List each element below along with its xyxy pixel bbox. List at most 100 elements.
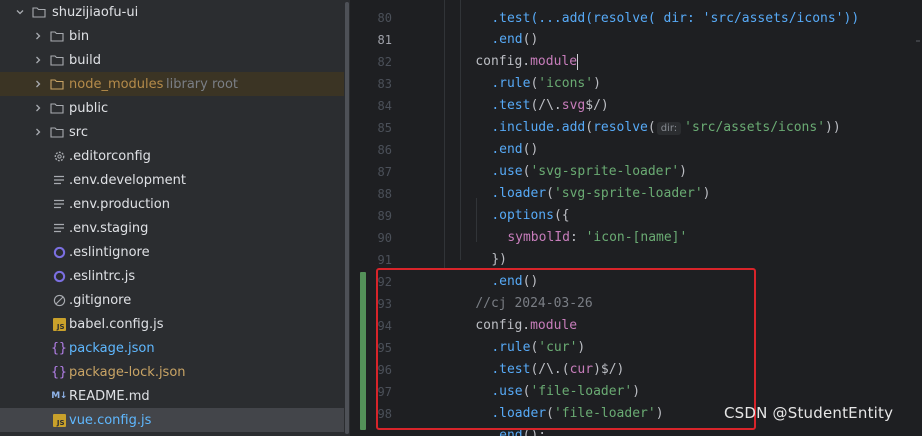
chevron-right-icon[interactable]: [32, 29, 44, 43]
tree-item-build[interactable]: build: [0, 48, 344, 72]
code-token: ): [702, 186, 711, 201]
code-token: )): [825, 120, 841, 135]
tree-item-label: .eslintrc.js: [69, 268, 136, 284]
tree-item-env-production[interactable]: .env.production: [0, 192, 344, 216]
tree-item-label: build: [69, 52, 101, 68]
tree-item-package-json[interactable]: {} package.json: [0, 336, 344, 360]
gear-icon: [52, 149, 66, 163]
chevron-right-icon[interactable]: [32, 77, 44, 91]
tree-item-eslintignore[interactable]: .eslintignore: [0, 240, 344, 264]
js-file-icon: JS: [52, 413, 66, 427]
tree-item-label: src: [69, 124, 88, 140]
folder-icon: [32, 5, 46, 19]
json-file-icon: {}: [51, 364, 67, 380]
chevron-right-icon[interactable]: [32, 101, 44, 115]
tree-item-babel-config[interactable]: JS babel.config.js: [0, 312, 344, 336]
code-line-87: .loader('svg-sprite-loader'): [460, 161, 710, 201]
tree-item-label: public: [69, 100, 109, 116]
tree-item-label: .eslintignore: [69, 244, 150, 260]
text-lines-icon: [52, 197, 66, 211]
code-line-89: symbolId: 'icon-[name]': [476, 205, 687, 245]
code-token: :: [569, 230, 586, 245]
folder-icon: [50, 125, 64, 139]
code-token: resolve: [593, 120, 648, 135]
tree-item-label: .env.staging: [69, 220, 149, 236]
editor-scrollbar-marker[interactable]: [916, 40, 920, 42]
eslint-icon: [52, 245, 66, 259]
code-line-81: config.module: [444, 29, 579, 70]
line-number: 83: [377, 77, 392, 91]
tree-item-src[interactable]: src: [0, 120, 344, 144]
vcs-change-marker[interactable]: [360, 272, 366, 430]
js-badge: JS: [52, 317, 66, 331]
json-file-icon: {}: [51, 340, 67, 356]
tree-item-label: node_modules: [69, 76, 164, 92]
tree-item-label: README.md: [69, 388, 150, 404]
line-number: 84: [377, 99, 392, 113]
line-number: 86: [377, 143, 392, 157]
tree-item-label: .gitignore: [69, 292, 132, 308]
tree-item-label: shuzijiaofu-ui: [52, 4, 139, 20]
code-line-84: .include.add(resolve(dir:'src/assets/ico…: [491, 120, 841, 135]
tree-item-label: babel.config.js: [69, 316, 164, 332]
line-number: 88: [377, 187, 392, 201]
code-token: (: [647, 120, 656, 135]
code-token: 'icon-[name]': [585, 230, 688, 245]
project-tree-panel: shuzijiaofu-ui bin build node_modules li…: [0, 0, 344, 436]
code-token: symbolId: [507, 230, 570, 245]
text-lines-icon: [52, 173, 66, 187]
code-token: .add: [553, 120, 586, 135]
tree-item-label: .env.production: [69, 196, 170, 212]
parameter-hint: dir:: [656, 122, 682, 135]
tree-item-readme[interactable]: M↓ README.md: [0, 384, 344, 408]
text-lines-icon: [52, 221, 66, 235]
tree-item-package-lock-json[interactable]: {} package-lock.json: [0, 360, 344, 384]
line-number: 85: [377, 121, 392, 135]
tree-item-label: .editorconfig: [69, 148, 151, 164]
code-token: 'src/assets/icons': [684, 120, 826, 135]
tree-item-vue-config[interactable]: JS vue.config.js: [0, 408, 344, 432]
line-number: 90: [377, 231, 392, 245]
js-file-icon: JS: [52, 317, 66, 331]
tree-root-shuzijiaofu-ui[interactable]: shuzijiaofu-ui: [0, 0, 344, 24]
tree-item-label: .env.development: [69, 172, 186, 188]
tree-item-label: bin: [69, 28, 90, 44]
folder-icon: [50, 101, 64, 115]
chevron-right-icon[interactable]: [32, 53, 44, 67]
line-number: 87: [377, 165, 392, 179]
code-line-90: }): [460, 227, 507, 267]
line-number: 89: [377, 209, 392, 223]
tree-item-public[interactable]: public: [0, 96, 344, 120]
code-line-83: .test(/\.svg$/): [460, 73, 608, 113]
code-token: .test(...add(resolve( dir: 'src/assets/i…: [491, 11, 860, 26]
tree-item-env-development[interactable]: .env.development: [0, 168, 344, 192]
chevron-right-icon[interactable]: [32, 125, 44, 139]
code-token: 'svg-sprite-loader': [553, 186, 703, 201]
tree-item-editorconfig[interactable]: .editorconfig: [0, 144, 344, 168]
gitignore-icon: [52, 293, 66, 307]
tree-item-label: package.json: [69, 340, 155, 356]
tree-item-eslintrc[interactable]: .eslintrc.js: [0, 264, 344, 288]
tree-item-label: package-lock.json: [69, 364, 186, 380]
folder-icon: [50, 29, 64, 43]
highlight-annotation-box: [376, 268, 756, 430]
braces-glyph: {}: [51, 364, 67, 380]
tree-item-node-modules[interactable]: node_modules library root: [0, 72, 344, 96]
code-line-82: .rule('icons'): [460, 51, 601, 91]
braces-glyph: {}: [51, 340, 67, 356]
chevron-down-icon[interactable]: [14, 5, 26, 19]
folder-icon: [50, 77, 64, 91]
tree-item-gitignore[interactable]: .gitignore: [0, 288, 344, 312]
library-root-hint: library root: [166, 76, 239, 92]
code-line-86: .use('svg-sprite-loader'): [460, 139, 687, 179]
markdown-badge: M↓: [51, 391, 67, 401]
line-number: 81: [377, 33, 392, 47]
tree-item-bin[interactable]: bin: [0, 24, 344, 48]
tree-item-env-staging[interactable]: .env.staging: [0, 216, 344, 240]
watermark: CSDN @StudentEntity: [724, 404, 894, 422]
js-badge: JS: [52, 413, 66, 427]
code-line-80: .end(): [460, 7, 538, 47]
tree-scrollbar-thumb[interactable]: [345, 2, 349, 434]
folder-icon: [50, 53, 64, 67]
eslint-icon: [52, 269, 66, 283]
